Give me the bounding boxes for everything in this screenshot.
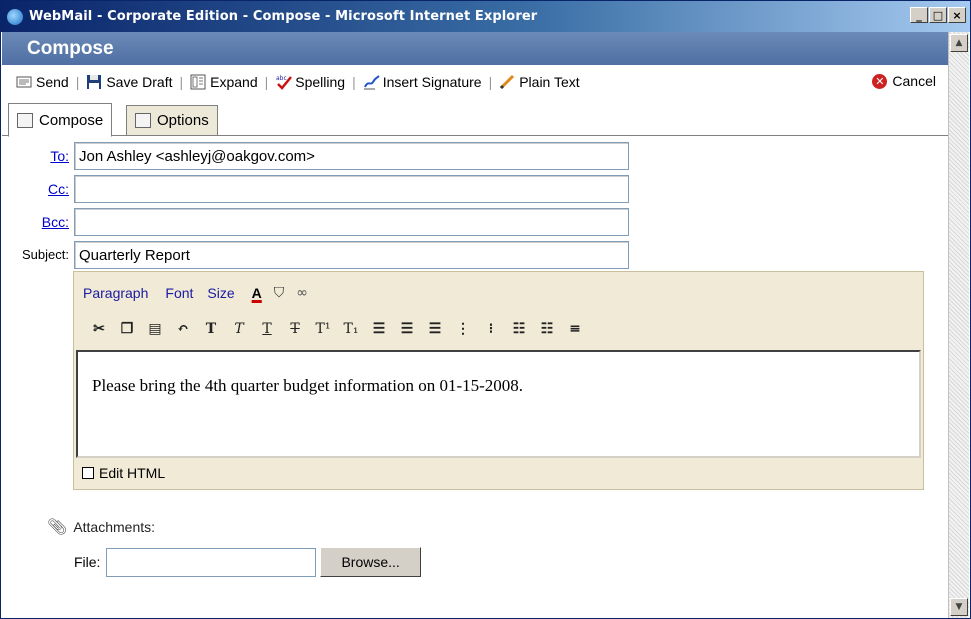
floppy-disk-icon <box>86 74 102 90</box>
send-icon <box>16 74 32 90</box>
send-label: Send <box>36 74 69 90</box>
tab-options[interactable]: Options <box>126 105 218 135</box>
edit-html-label: Edit HTML <box>99 465 166 481</box>
formatting-toolbar: ✂ ❐ ▤ ↶ T T T T T¹ T₁ ☰ ☰ ☰ ⋮ ⁝ ☷ ☷ ≡ <box>87 319 591 339</box>
italic-icon[interactable]: T <box>227 319 251 339</box>
link-icon[interactable]: ∞ <box>296 285 308 301</box>
browser-window: WebMail - Corporate Edition - Compose - … <box>0 0 971 619</box>
signature-pen-icon <box>363 74 380 90</box>
window-controls: _ □ × <box>909 7 966 23</box>
scroll-up-icon[interactable]: ▲ <box>950 34 968 52</box>
file-upload-row: File: Browse... <box>74 547 421 577</box>
bulleted-list-icon[interactable]: ⁝ <box>479 319 503 339</box>
message-body[interactable]: Please bring the 4th quarter budget info… <box>76 350 921 458</box>
insert-signature-label: Insert Signature <box>382 74 482 90</box>
strikethrough-icon[interactable]: T <box>283 319 307 339</box>
toolbar-separator: | <box>179 74 184 90</box>
scroll-down-icon[interactable]: ▼ <box>950 598 968 616</box>
expand-button[interactable]: Expand <box>190 74 258 90</box>
bcc-field[interactable] <box>74 208 629 236</box>
bcc-label[interactable]: Bcc: <box>9 214 69 230</box>
send-button[interactable]: Send <box>16 74 69 90</box>
toolbar-separator: | <box>488 74 493 90</box>
toolbar-separator: | <box>352 74 356 90</box>
tab-compose[interactable]: Compose <box>8 103 113 137</box>
compose-tabs: Compose Options <box>2 101 948 137</box>
bold-icon[interactable]: T <box>199 319 223 339</box>
superscript-icon[interactable]: T¹ <box>311 319 335 339</box>
outdent-icon[interactable]: ☷ <box>507 319 531 339</box>
to-field[interactable] <box>74 142 629 170</box>
file-input[interactable] <box>106 547 317 577</box>
attachments-label: Attachments: <box>73 519 156 535</box>
align-center-icon[interactable]: ☰ <box>395 319 419 339</box>
undo-icon[interactable]: ↶ <box>171 319 195 339</box>
editor-menu: Paragraph Font Size A ⛉ ∞ <box>83 284 308 301</box>
maximize-button[interactable]: □ <box>929 7 947 23</box>
expand-label: Expand <box>210 74 258 90</box>
text-color-icon[interactable]: A <box>252 285 262 301</box>
copy-icon[interactable]: ❐ <box>115 319 139 339</box>
underline-icon[interactable]: T <box>255 319 279 339</box>
font-menu[interactable]: Font <box>165 285 193 301</box>
save-draft-label: Save Draft <box>106 74 173 90</box>
align-left-icon[interactable]: ☰ <box>367 319 391 339</box>
paperclip-icon: 📎︎ <box>47 519 68 536</box>
toolbar-separator: | <box>264 74 269 90</box>
close-button[interactable]: × <box>948 7 966 23</box>
indent-icon[interactable]: ☷ <box>535 319 559 339</box>
cut-icon[interactable]: ✂ <box>87 319 111 339</box>
spell-check-icon: abc <box>275 74 293 90</box>
window-title: WebMail - Corporate Edition - Compose - … <box>29 9 538 24</box>
edit-html-option[interactable]: Edit HTML <box>82 465 165 481</box>
options-checklist-icon <box>135 113 151 128</box>
highlight-color-icon[interactable]: ⛉ <box>274 284 285 301</box>
numbered-list-icon[interactable]: ⋮ <box>451 319 475 339</box>
horizontal-rule-icon[interactable]: ≡ <box>563 319 587 339</box>
tab-compose-label: Compose <box>39 111 104 129</box>
plain-text-label: Plain Text <box>519 74 580 90</box>
vertical-scrollbar[interactable]: ▲ ▼ <box>948 32 969 618</box>
subject-field[interactable] <box>74 241 629 269</box>
spelling-label: Spelling <box>295 74 346 90</box>
expand-icon <box>190 74 206 90</box>
size-menu[interactable]: Size <box>207 285 234 301</box>
internet-explorer-icon <box>7 8 23 25</box>
plain-text-button[interactable]: Plain Text <box>499 74 580 90</box>
cancel-icon: ✕ <box>872 73 888 89</box>
cc-label[interactable]: Cc: <box>9 181 69 197</box>
spelling-button[interactable]: abc Spelling <box>275 74 345 90</box>
compose-document-icon <box>17 112 33 128</box>
cancel-label: Cancel <box>892 73 936 89</box>
title-bar: WebMail - Corporate Edition - Compose - … <box>1 1 970 32</box>
toolbar-separator: | <box>75 74 80 90</box>
insert-signature-button[interactable]: Insert Signature <box>363 74 482 90</box>
pencil-icon <box>499 74 515 90</box>
save-draft-button[interactable]: Save Draft <box>86 74 172 90</box>
browse-button[interactable]: Browse... <box>320 547 421 577</box>
minimize-button[interactable]: _ <box>910 7 928 23</box>
attachments-section: 📎︎ Attachments: <box>47 517 155 537</box>
paragraph-menu[interactable]: Paragraph <box>83 285 148 301</box>
rich-text-editor: Paragraph Font Size A ⛉ ∞ ✂ ❐ ▤ ↶ T T T … <box>73 271 924 490</box>
svg-text:abc: abc <box>276 75 287 82</box>
edit-html-checkbox[interactable] <box>82 467 94 479</box>
tab-options-label: Options <box>157 112 209 129</box>
page-title: Compose <box>27 37 114 59</box>
cc-field[interactable] <box>74 175 629 203</box>
to-label[interactable]: To: <box>9 148 69 164</box>
align-right-icon[interactable]: ☰ <box>423 319 447 339</box>
file-label: File: <box>74 554 101 570</box>
compose-toolbar: Send | Save Draft | Expand | abc Spellin… <box>2 65 948 99</box>
compose-header: Compose <box>2 32 948 65</box>
subject-label: Subject: <box>22 247 69 262</box>
paste-icon[interactable]: ▤ <box>143 319 167 339</box>
cancel-button[interactable]: ✕ Cancel <box>872 73 936 89</box>
subscript-icon[interactable]: T₁ <box>339 319 363 339</box>
